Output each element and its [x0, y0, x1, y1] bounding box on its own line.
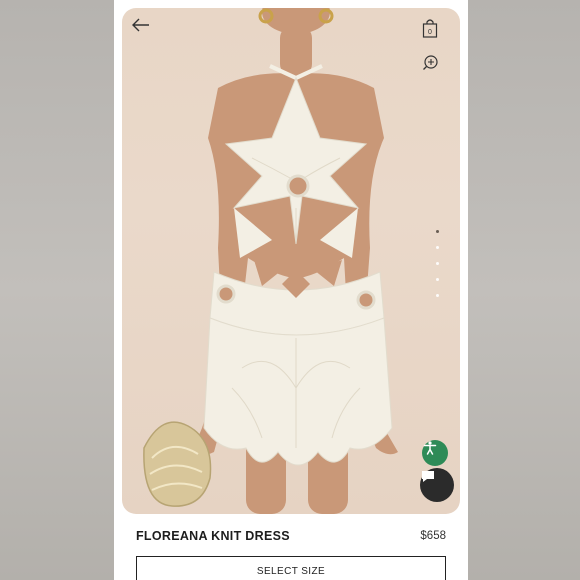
model-illustration — [143, 8, 398, 514]
product-price: $658 — [420, 530, 446, 542]
gallery-dot[interactable] — [435, 294, 439, 297]
gallery-dot[interactable] — [435, 278, 439, 281]
product-info: FLOREANA KNIT DRESS $658 — [136, 528, 446, 544]
product-name: FLOREANA KNIT DRESS — [136, 529, 290, 543]
chat-button[interactable] — [420, 468, 454, 502]
shopping-bag-icon[interactable]: 0 — [422, 18, 448, 44]
background-left — [0, 0, 114, 580]
gallery-dot[interactable] — [435, 262, 439, 265]
accessibility-button[interactable] — [422, 440, 448, 466]
zoom-in-icon[interactable] — [422, 54, 448, 80]
gallery-pagination — [434, 230, 440, 297]
bag-count: 0 — [428, 29, 432, 36]
select-size-button[interactable]: SELECT SIZE — [136, 556, 446, 580]
background-right — [468, 0, 580, 580]
arrow-left-icon[interactable] — [132, 18, 158, 44]
gallery-dot[interactable] — [435, 246, 439, 249]
accessibility-icon — [423, 441, 437, 455]
gallery-dot[interactable] — [435, 230, 439, 233]
product-image[interactable]: 0 — [122, 8, 460, 514]
phone-screen: 0 FLOREANA KNIT DRESS $658 SELECT SIZE — [114, 0, 468, 580]
chat-icon — [422, 471, 434, 482]
